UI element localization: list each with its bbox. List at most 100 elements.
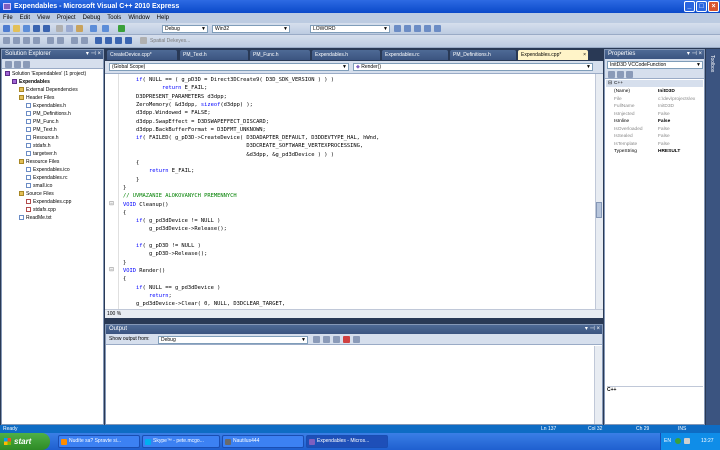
property-pages-icon[interactable] <box>626 71 633 78</box>
alphabetical-icon[interactable] <box>617 71 624 78</box>
toolbox-tab[interactable]: Toolbox <box>706 49 720 425</box>
code-line[interactable]: { <box>123 209 126 217</box>
tree-item[interactable]: ReadMe.txt <box>19 215 52 222</box>
menu-tools[interactable]: Tools <box>107 15 121 21</box>
editor-horizontal-scrollbar[interactable]: 100 % <box>105 309 603 318</box>
code-line[interactable]: if( FAILED( g_pD3D->CreateDevice( D3DADA… <box>123 134 379 142</box>
code-line[interactable]: if( g_pD3D != NULL ) <box>123 242 201 250</box>
tree-item[interactable]: stdafx.cpp <box>26 207 56 214</box>
output-scrollbar[interactable] <box>594 346 602 424</box>
code-line[interactable]: g_pd3dDevice->Release(); <box>123 225 227 233</box>
tree-item[interactable]: Resource Files <box>19 159 59 166</box>
tree-item[interactable]: Solution 'Expendables' (1 project) <box>5 71 86 78</box>
code-line[interactable]: d3dpp.SwapEffect = D3DSWAPEFFECT_DISCARD… <box>123 118 269 126</box>
close-tab-icon[interactable]: × <box>583 50 586 60</box>
tree-item[interactable]: Expendables.cpp <box>26 199 71 206</box>
code-line[interactable]: &d3dpp, &g_pd3dDevice ) ) ) <box>123 151 334 159</box>
copy-icon[interactable] <box>66 25 73 32</box>
menu-help[interactable]: Help <box>157 15 169 21</box>
code-line[interactable]: D3DPRESENT_PARAMETERS d3dpp; <box>123 93 227 101</box>
editor-tab[interactable]: PM_Text.h <box>180 50 248 60</box>
output-source-select[interactable]: Debug ▼ <box>158 336 308 344</box>
menu-project[interactable]: Project <box>57 15 76 21</box>
editor-tab[interactable]: Expendables.rc <box>382 50 448 60</box>
code-line[interactable]: VOID Render() <box>123 267 165 275</box>
outdent-icon[interactable] <box>57 37 64 44</box>
tree-item[interactable]: PM_Func.h <box>26 119 59 126</box>
property-row[interactable]: File c:\dev\projects\ex <box>606 96 703 103</box>
comment-icon[interactable] <box>71 37 78 44</box>
parameter-info-icon[interactable] <box>13 37 20 44</box>
code-line[interactable]: } <box>123 176 139 184</box>
property-row[interactable]: IsInline False <box>606 118 703 125</box>
undo-icon[interactable] <box>90 25 97 32</box>
code-editor[interactable]: ⊟ ⊟ if( NULL == ( g_pD3D = Direct3DCreate… <box>105 74 603 309</box>
property-category[interactable]: ⊟ C++ <box>606 80 703 87</box>
tree-item[interactable]: Expendables <box>12 79 50 86</box>
editor-tab[interactable]: Expendables.h <box>312 50 380 60</box>
taskbar-window-button[interactable]: Expendables - Micros... <box>306 435 388 448</box>
tree-item[interactable]: Expendables.h <box>26 103 66 110</box>
editor-tab[interactable]: PM_Definitions.h <box>450 50 516 60</box>
collapse-icon[interactable]: ⊟ <box>109 266 114 273</box>
start-page-icon[interactable] <box>434 25 441 32</box>
member-list-icon[interactable] <box>3 37 10 44</box>
language-indicator[interactable]: EN <box>664 433 671 450</box>
code-line[interactable]: return; <box>123 292 172 300</box>
tree-item[interactable]: small.ico <box>26 183 52 190</box>
toolbox-icon[interactable] <box>424 25 431 32</box>
volume-tray-icon[interactable] <box>684 438 690 444</box>
open-file-icon[interactable] <box>13 25 20 32</box>
next-message-icon[interactable] <box>333 336 340 343</box>
new-project-icon[interactable] <box>3 25 10 32</box>
next-bookmark-icon[interactable] <box>115 37 122 44</box>
bookmark-icon[interactable] <box>95 37 102 44</box>
object-select[interactable]: InitD3D VCCodeFunction ▼ <box>607 61 703 69</box>
collapse-icon[interactable]: ⊟ <box>109 200 114 207</box>
code-line[interactable]: return E_FAIL; <box>123 84 207 92</box>
platform-select[interactable]: Win32 ▼ <box>212 25 290 33</box>
previous-bookmark-icon[interactable] <box>105 37 112 44</box>
menu-edit[interactable]: Edit <box>20 15 30 21</box>
save-all-icon[interactable] <box>43 25 50 32</box>
tree-item[interactable]: External Dependencies <box>19 87 78 94</box>
tree-item[interactable]: targetver.h <box>26 151 57 158</box>
start-debugging-icon[interactable] <box>118 25 125 32</box>
configuration-select[interactable]: Debug ▼ <box>162 25 208 33</box>
cut-icon[interactable] <box>56 25 63 32</box>
tree-item[interactable]: stdafx.h <box>26 143 51 150</box>
taskbar-window-button[interactable]: Skype™ - pete.mcgo... <box>142 435 220 448</box>
code-line[interactable]: // UVMAZANIE ALOKOVANYCH PREMENNYCH <box>123 192 237 200</box>
code-line[interactable]: g_pd3dDevice->Clear( 0, NULL, D3DCLEAR_T… <box>123 300 285 308</box>
properties-icon[interactable] <box>414 25 421 32</box>
editor-tab[interactable]: CreateDevice.cpp* <box>107 50 177 60</box>
solution-explorer-icon[interactable] <box>404 25 411 32</box>
maximize-button[interactable]: □ <box>696 1 707 12</box>
categorized-icon[interactable] <box>608 71 615 78</box>
code-line[interactable]: if( NULL == g_pd3dDevice ) <box>123 284 220 292</box>
code-line[interactable]: } <box>123 184 126 192</box>
skype-tray-icon[interactable] <box>675 438 681 444</box>
code-line[interactable]: d3dpp.BackBufferFormat = D3DFMT_UNKNOWN; <box>123 126 266 134</box>
tree-item[interactable]: Expendables.ico <box>26 167 70 174</box>
code-line[interactable]: VOID Cleanup() <box>123 201 168 209</box>
menu-file[interactable]: File <box>3 15 13 21</box>
editor-vertical-scrollbar[interactable] <box>595 74 603 309</box>
taskbar-window-button[interactable]: Nudíte sa? Spravte si... <box>58 435 140 448</box>
tree-item[interactable]: Header Files <box>19 95 54 102</box>
property-row[interactable]: IsOverloaded False <box>606 126 703 133</box>
find-input[interactable]: LOWORD ▼ <box>310 25 390 33</box>
tree-item[interactable]: PM_Text.h <box>26 127 57 134</box>
clock[interactable]: 13:27 <box>701 433 714 450</box>
complete-word-icon[interactable] <box>33 37 40 44</box>
tree-item[interactable]: Expendables.rc <box>26 175 67 182</box>
panel-pin-close-icon[interactable]: ▾ ⊣ × <box>86 50 101 59</box>
taskbar-window-button[interactable]: Nautilus444 <box>222 435 304 448</box>
code-line[interactable]: d3dpp.Windowed = FALSE; <box>123 109 211 117</box>
property-row[interactable]: FullName InitD3D <box>606 103 703 110</box>
output-pin-close-icon[interactable]: ▾ ⊣ × <box>585 325 600 334</box>
start-button[interactable]: start <box>0 433 50 450</box>
property-row[interactable]: (Name) InitD3D <box>606 88 703 95</box>
code-line[interactable]: D3DCREATE_SOFTWARE_VERTEXPROCESSING, <box>123 142 363 150</box>
close-button[interactable]: × <box>708 1 719 12</box>
